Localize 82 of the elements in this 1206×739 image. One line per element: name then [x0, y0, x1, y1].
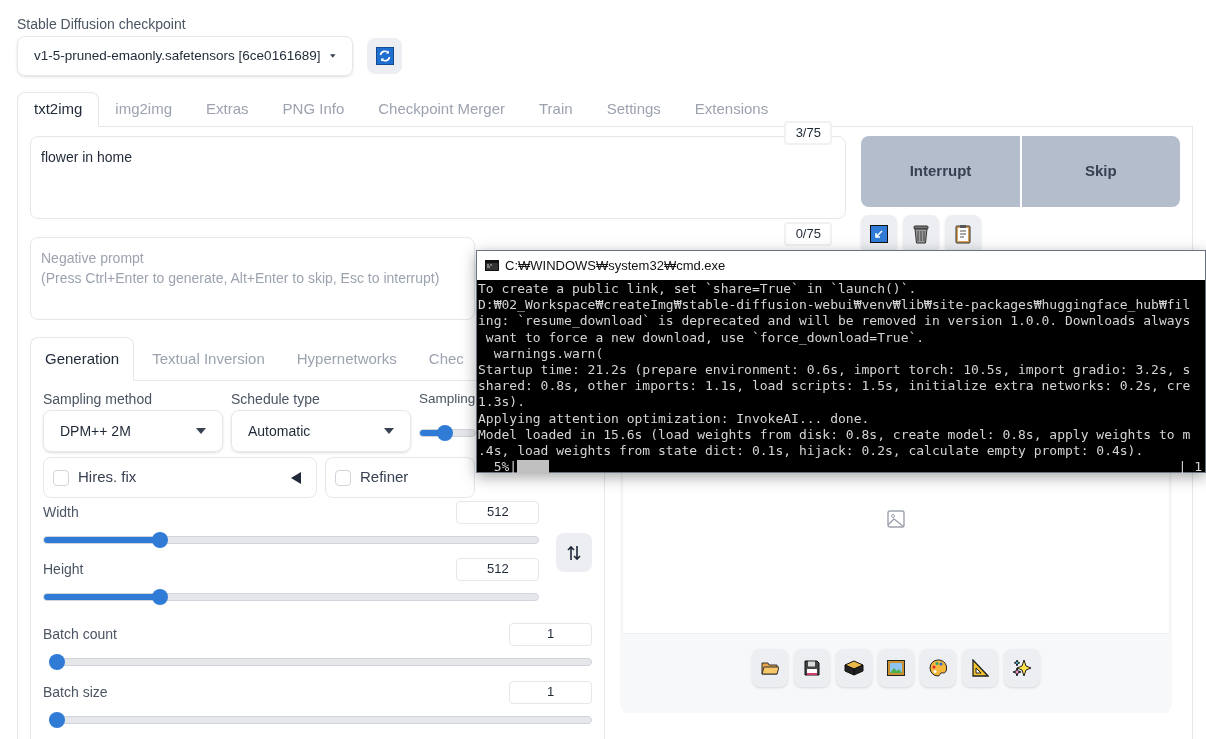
- slider-thumb[interactable]: [151, 532, 168, 548]
- checkpoint-dropdown[interactable]: v1-5-pruned-emaonly.safetensors [6ce0161689]: [17, 36, 353, 76]
- open-folder-button[interactable]: [752, 649, 788, 687]
- number-field[interactable]: 512: [456, 500, 540, 524]
- slider[interactable]: [49, 654, 592, 670]
- tab[interactable]: Generation: [30, 337, 135, 381]
- console-line: Model loaded in 15.6s (load weights from disk: 0.8s, create model: 0.8s, apply weights to m: [478, 426, 1191, 444]
- framed-picture-icon: [887, 660, 905, 676]
- slider[interactable]: [43, 532, 540, 548]
- console-line: Applying attention optimization: InvokeAI... done.: [478, 410, 870, 427]
- interrupt-button[interactable]: Interrupt: [861, 136, 1020, 207]
- accordion-header[interactable]: Hires. fix: [43, 457, 317, 498]
- save-button[interactable]: [794, 649, 830, 687]
- console-line: want to force a new download, use `force_download=True`.: [484, 329, 925, 346]
- checkbox[interactable]: [53, 469, 69, 486]
- skip-button[interactable]: Skip: [1021, 136, 1180, 207]
- slider-label: Height: [43, 559, 84, 579]
- prompt-field[interactable]: flower in home: [30, 136, 847, 219]
- slider-label: Batch size: [43, 682, 108, 702]
- refresh-button[interactable]: [367, 38, 402, 74]
- console-line: Startup time: 21.2s (prepare environment: 0.6s, import torch: 10.5s, import gradio: 3.2s, s: [478, 362, 1191, 379]
- caret-icon: [196, 428, 206, 434]
- slider-label: Batch count: [43, 624, 117, 644]
- refresh-icon: [375, 47, 394, 65]
- upscale-button[interactable]: [1004, 649, 1040, 687]
- sparkles-icon: [1012, 658, 1032, 678]
- window-title: C:₩WINDOWS₩system32₩cmd.exe: [505, 256, 726, 275]
- slider-label: Width: [43, 502, 79, 522]
- console-line: 1.3s).: [478, 394, 525, 411]
- tab[interactable]: txt2img: [17, 92, 100, 127]
- checkbox[interactable]: [335, 469, 351, 486]
- schedule-type-dropdown[interactable]: Automatic: [231, 410, 411, 452]
- caret-icon: [384, 428, 394, 434]
- negative-prompt-field[interactable]: Negative prompt (Press Ctrl+Enter to generate, Alt+Enter to skip, Esc to interrupt): [30, 237, 475, 320]
- slider[interactable]: [419, 425, 476, 441]
- send-to-img2img-button[interactable]: [878, 649, 914, 687]
- console-line: shared: 0.8s, other imports: 1.1s, load scripts: 1.5s, initialize extra networks: 0.2s, cre: [478, 378, 1191, 395]
- clipboard-icon: [955, 224, 972, 244]
- console-line: D:₩02_Workspace₩createImg₩stable-diffusion-webui₩venv₩lib₩site-packages₩huggingface_hub₩fil: [478, 297, 1191, 314]
- checkpoint-label: Stable Diffusion checkpoint: [17, 15, 187, 34]
- collapse-triangle-icon: [291, 471, 301, 484]
- slider[interactable]: [49, 712, 592, 728]
- paste-button[interactable]: [945, 215, 982, 253]
- console-line: ing: `resume_download` is deprecated and will be removed in version 1.0.0. Downloads always: [478, 313, 1191, 330]
- progress-percent: 5%|: [492, 459, 518, 476]
- sampling-method-dropdown[interactable]: DPM++ 2M: [43, 410, 223, 452]
- field-label: Sampling method: [43, 390, 153, 408]
- number-field[interactable]: 512: [456, 557, 540, 581]
- swap-arrows-icon: [566, 544, 583, 561]
- trash-icon: [913, 224, 930, 244]
- caret-icon: [330, 53, 336, 59]
- progress-tail: | 1: [1178, 459, 1203, 476]
- accordion-label: Hires. fix: [78, 467, 137, 488]
- number-field[interactable]: 1: [509, 680, 592, 704]
- arrow-box-icon: [870, 225, 889, 243]
- slider-thumb[interactable]: [49, 712, 65, 728]
- slider[interactable]: [43, 589, 540, 605]
- apply-styles-button[interactable]: [861, 215, 898, 253]
- console-line: warnings.warn(: [492, 345, 604, 362]
- slider-thumb[interactable]: [151, 589, 168, 605]
- send-to-inpaint-button[interactable]: [920, 649, 956, 687]
- accordion-header[interactable]: Refiner: [325, 457, 475, 498]
- box-icon: [844, 660, 864, 676]
- field-label: Sampling: [419, 390, 476, 408]
- palette-icon: [929, 659, 947, 677]
- number-field[interactable]: 1: [509, 622, 592, 646]
- console-icon: [485, 260, 499, 271]
- console-line: .4s, load weights from state dict: 0.1s, hijack: 0.2s, calculate empty prompt: 0.4s).: [478, 443, 1144, 460]
- clear-button[interactable]: [903, 215, 940, 253]
- token-counter: 0/75: [784, 222, 833, 246]
- field-label: Schedule type: [231, 390, 321, 408]
- token-counter: 3/75: [784, 121, 833, 145]
- slider-thumb[interactable]: [49, 654, 65, 670]
- slider-thumb[interactable]: [437, 425, 454, 441]
- console-line: To create a public link, set `share=True` in `launch()`.: [478, 281, 917, 298]
- accordion-label: Refiner: [360, 467, 409, 488]
- image-icon: [887, 510, 905, 528]
- triangle-ruler-icon: [971, 659, 989, 677]
- send-to-extras-button[interactable]: [962, 649, 998, 687]
- zip-button[interactable]: [836, 649, 872, 687]
- swap-dimensions-button[interactable]: [556, 533, 592, 572]
- folder-icon: [761, 661, 779, 675]
